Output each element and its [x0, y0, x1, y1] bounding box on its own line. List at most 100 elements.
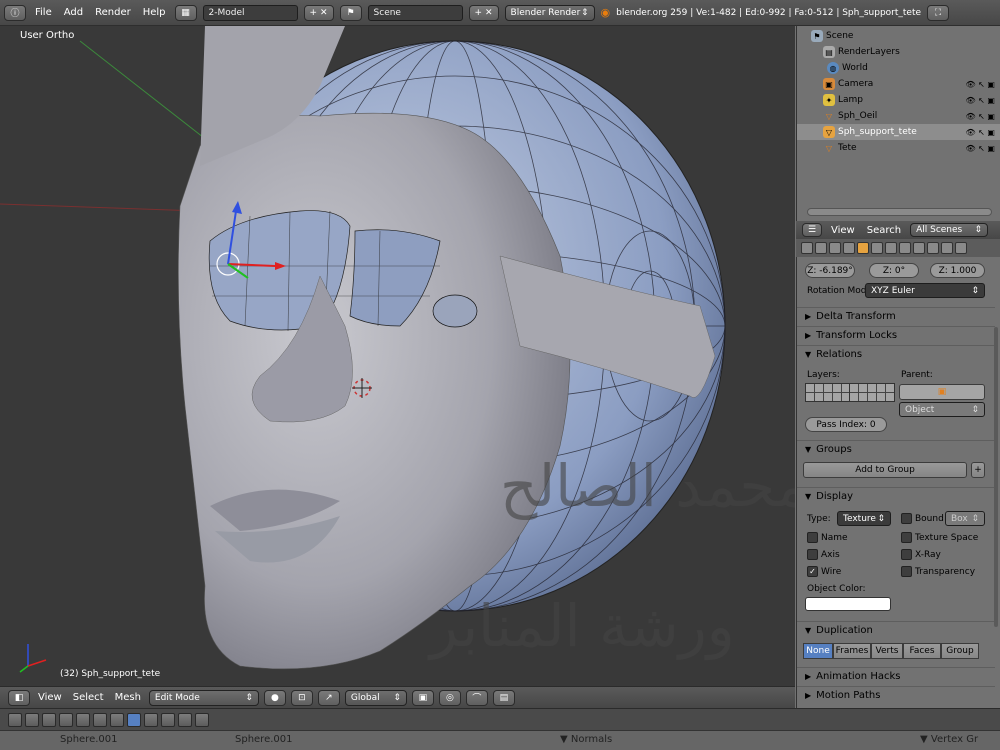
delta-transform-panel-header[interactable]: ▶ Delta Transform — [797, 307, 995, 325]
parent-type-dropdown[interactable]: Object ⇕ — [899, 402, 985, 417]
dup-faces[interactable]: Faces — [903, 643, 941, 659]
motion-paths-panel-header[interactable]: ▶ Motion Paths — [797, 686, 995, 704]
add-to-group-button[interactable]: Add to Group — [803, 462, 967, 478]
dup-verts[interactable]: Verts — [871, 643, 903, 659]
transform-locks-panel-header[interactable]: ▶ Transform Locks — [797, 326, 995, 344]
tab-constraints[interactable] — [871, 242, 883, 254]
strip-texture-icon[interactable] — [161, 712, 175, 727]
axis-checkbox[interactable] — [807, 549, 818, 560]
menu-view[interactable]: View — [35, 692, 65, 703]
tab-texture[interactable] — [927, 242, 939, 254]
outliner-item-sph-oeil[interactable]: ▽ Sph_Oeil 👁 ↖ ▣ — [797, 108, 1000, 124]
dup-none[interactable]: None — [803, 643, 833, 659]
tab-particles[interactable] — [941, 242, 953, 254]
3d-viewport[interactable]: محمد الصالح ورشة المنابر User Ortho (32)… — [0, 26, 795, 686]
scene-field[interactable]: Scene — [367, 4, 463, 21]
layers-grid-left[interactable] — [805, 383, 851, 402]
normals-panel-header[interactable]: ▼ Normals — [560, 734, 612, 745]
render-preview-button[interactable]: ▤ — [492, 689, 515, 706]
object-color-swatch[interactable] — [805, 597, 891, 611]
dup-frames[interactable]: Frames — [833, 643, 871, 659]
rotation-z-field[interactable]: Z: -6.189° — [805, 263, 855, 278]
menu-render[interactable]: Render — [92, 7, 134, 18]
strip-render-icon[interactable] — [25, 712, 39, 727]
tab-renderlayers[interactable] — [815, 242, 827, 254]
fullscreen-icon[interactable]: ⛶ — [927, 4, 950, 21]
add-group-plus-button[interactable]: + — [971, 462, 985, 478]
parent-field[interactable]: ▣ — [899, 384, 985, 400]
pivot-button[interactable]: ⊡ — [290, 689, 313, 706]
bound-checkbox[interactable] — [901, 513, 912, 524]
menu-select[interactable]: Select — [70, 692, 107, 703]
tab-modifiers[interactable] — [885, 242, 897, 254]
visibility-icons[interactable]: 👁 ↖ ▣ — [965, 80, 995, 89]
render-engine-dropdown[interactable]: Blender Render ⇕ — [504, 4, 595, 21]
groups-panel-header[interactable]: ▼ Groups — [797, 440, 995, 458]
strip-scene-icon[interactable] — [42, 712, 56, 727]
outliner-item-world[interactable]: ◍ World — [797, 60, 1000, 76]
outliner-item-renderlayers[interactable]: ▤ RenderLayers — [797, 44, 1000, 60]
outliner-editor-type-button[interactable]: ☰ — [802, 223, 822, 237]
info-editor-type-button[interactable]: ⓘ — [4, 4, 26, 21]
tab-physics[interactable] — [955, 242, 967, 254]
display-type-dropdown[interactable]: Texture ⇕ — [837, 511, 891, 526]
scale-z-field[interactable]: Z: 1.000 — [930, 263, 985, 278]
outliner-item-sph-support-tete[interactable]: ▽ Sph_support_tete 👁 ↖ ▣ — [797, 124, 1000, 140]
scene-add-remove-button[interactable]: + ✕ — [468, 4, 499, 21]
proportional-edit-button[interactable]: ◎ — [438, 689, 461, 706]
editor-type-button[interactable]: ◧ — [8, 689, 30, 706]
layers-grid-right[interactable] — [849, 383, 895, 402]
strip-physics-icon[interactable] — [195, 712, 209, 727]
strip-world-icon[interactable] — [59, 712, 73, 727]
menu-add[interactable]: Add — [61, 7, 86, 18]
outliner-scrollbar[interactable] — [807, 208, 992, 216]
strip-modifier-icon[interactable] — [110, 712, 124, 727]
rotation-mode-dropdown[interactable]: XYZ Euler ⇕ — [865, 283, 985, 298]
strip-object-icon[interactable] — [76, 712, 90, 727]
outliner-item-camera[interactable]: ▣ Camera 👁 ↖ ▣ — [797, 76, 1000, 92]
scene-icon-button[interactable]: ⚑ — [339, 4, 362, 21]
visibility-icons[interactable]: 👁 ↖ ▣ — [965, 128, 995, 137]
props-menu-view[interactable]: View — [828, 225, 858, 236]
tab-data[interactable] — [899, 242, 911, 254]
duplication-panel-header[interactable]: ▼ Duplication — [797, 621, 995, 639]
display-panel-header[interactable]: ▼ Display — [797, 487, 995, 505]
tab-world[interactable] — [843, 242, 855, 254]
tab-material[interactable] — [913, 242, 925, 254]
props-menu-search[interactable]: Search — [864, 225, 904, 236]
vertex-groups-panel-header[interactable]: ▼ Vertex Gr — [920, 734, 978, 745]
menu-mesh[interactable]: Mesh — [112, 692, 144, 703]
strip-data-icon[interactable] — [127, 712, 141, 727]
bound-type-dropdown[interactable]: Box ⇕ — [945, 511, 985, 526]
tab-render[interactable] — [801, 242, 813, 254]
select-mode-button[interactable]: ▣ — [411, 689, 434, 706]
name-checkbox[interactable] — [807, 532, 818, 543]
mode-dropdown[interactable]: Edit Mode ⇕ — [148, 689, 259, 706]
tab-object[interactable] — [857, 242, 869, 254]
snap-button[interactable]: ⌒ — [465, 689, 488, 706]
scenes-filter-dropdown[interactable]: All Scenes ⇕ — [910, 223, 989, 237]
pass-index-field[interactable]: Pass Index: 0 — [805, 417, 887, 432]
shading-button[interactable]: ● — [263, 689, 286, 706]
tab-scene[interactable] — [829, 242, 841, 254]
outliner-item-scene[interactable]: ⚑ Scene — [797, 28, 1000, 44]
strip-constraint-icon[interactable] — [93, 712, 107, 727]
screen-add-remove-button[interactable]: + ✕ — [303, 4, 334, 21]
strip-editor-icon[interactable] — [8, 712, 22, 727]
visibility-icons[interactable]: 👁 ↖ ▣ — [965, 144, 995, 153]
strip-particles-icon[interactable] — [178, 712, 192, 727]
properties-scrollbar[interactable] — [994, 327, 998, 627]
orientation-dropdown[interactable]: Global ⇕ — [344, 689, 407, 706]
screen-layout-field[interactable]: 2-Model — [202, 4, 298, 21]
menu-file[interactable]: File — [32, 7, 55, 18]
animation-hacks-panel-header[interactable]: ▶ Animation Hacks — [797, 667, 995, 685]
dup-group[interactable]: Group — [941, 643, 979, 659]
screen-layout-icon[interactable]: ▦ — [174, 4, 197, 21]
menu-help[interactable]: Help — [140, 7, 169, 18]
visibility-icons[interactable]: 👁 ↖ ▣ — [965, 96, 995, 105]
bottom-item-b[interactable]: Sphere.001 — [235, 734, 293, 745]
visibility-icons[interactable]: 👁 ↖ ▣ — [965, 112, 995, 121]
wire-checkbox[interactable]: ✓ — [807, 566, 818, 577]
delta-z-field[interactable]: Z: 0° — [869, 263, 919, 278]
relations-panel-header[interactable]: ▼ Relations — [797, 345, 995, 363]
